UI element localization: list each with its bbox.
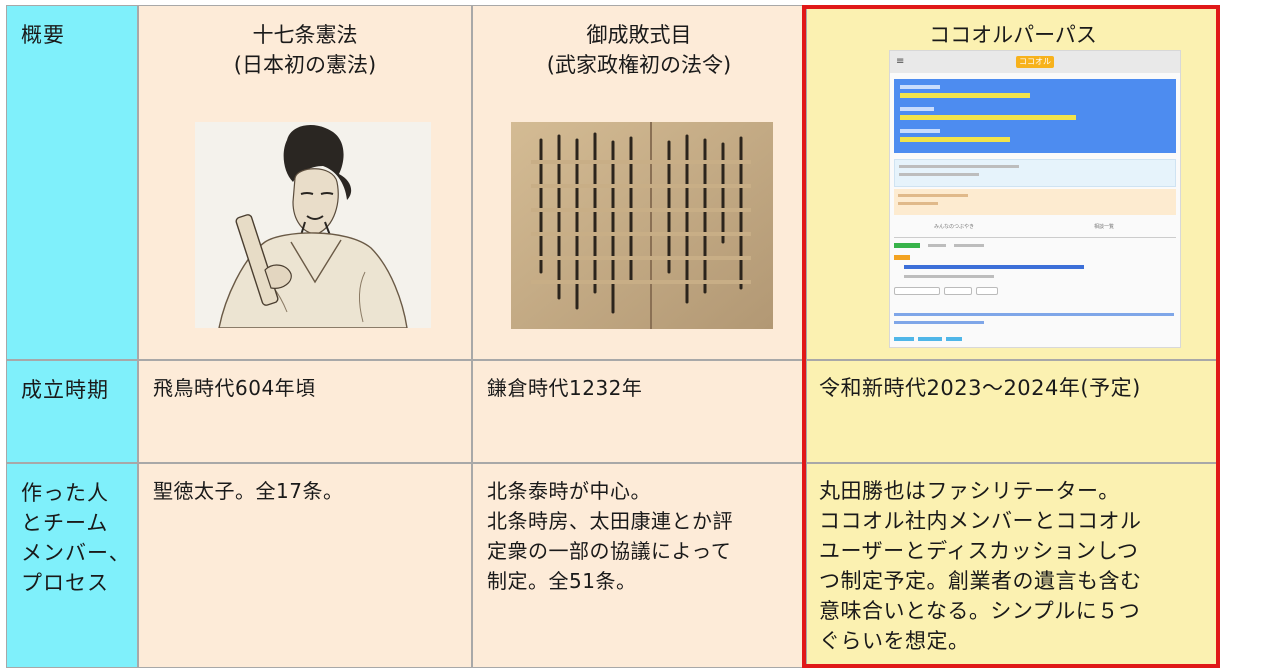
people-text: 北条泰時が中心。 北条時房、太田康連とか評 定衆の一部の協議によって 制定。全5… — [487, 479, 733, 593]
site-header: ≡ ココオル — [890, 51, 1180, 73]
people-label: 作った人 とチーム メンバー、 プロセス — [21, 481, 131, 595]
date-text: 飛鳥時代604年頃 — [153, 376, 316, 400]
overview-label: 概要 — [21, 23, 65, 47]
site-tabs: みんなのつぶやき 相談一覧 — [894, 221, 1176, 238]
site-logo: ココオル — [1016, 56, 1054, 68]
people-cell: 聖徳太子。全17条。 — [138, 463, 472, 668]
column-cocoor-purpose: ココオルパーパス ≡ ココオル みんなのつぶやき 相談一覧 — [806, 5, 1220, 360]
column-title-line: ココオルパーパス — [929, 23, 1097, 47]
cocoor-site-screenshot: ≡ ココオル みんなのつぶやき 相談一覧 — [889, 50, 1181, 348]
column-goseibai-shikimoku: 御成敗式目 (武家政権初の法令) — [472, 5, 806, 360]
site-tab-tweets: みんなのつぶやき — [934, 224, 975, 230]
people-text: 丸田勝也はファシリテーター。 ココオル社内メンバーとココオル ユーザーとディスカ… — [819, 479, 1142, 653]
date-cell: 令和新時代2023～2024年(予定) — [806, 360, 1220, 463]
people-text: 聖徳太子。全17条。 — [153, 479, 344, 503]
date-label: 成立時期 — [21, 378, 109, 402]
menu-icon: ≡ — [896, 56, 905, 67]
row-label-people: 作った人 とチーム メンバー、 プロセス — [6, 463, 138, 668]
column-title-line: 十七条憲法 — [252, 23, 358, 47]
people-cell: 北条泰時が中心。 北条時房、太田康連とか評 定衆の一部の協議によって 制定。全5… — [472, 463, 806, 668]
row-label-overview: 概要 — [6, 5, 138, 360]
column-jushichijo-kenpo: 十七条憲法 (日本初の憲法) — [138, 5, 472, 360]
column-subtitle-line: (日本初の憲法) — [233, 53, 377, 77]
column-title: 十七条憲法 (日本初の憲法) — [139, 20, 471, 80]
notice-box — [894, 189, 1176, 215]
row-label-date: 成立時期 — [6, 360, 138, 463]
column-subtitle-line: (武家政権初の法令) — [546, 53, 732, 77]
site-tab-consult: 相談一覧 — [1094, 224, 1115, 230]
people-cell: 丸田勝也はファシリテーター。 ココオル社内メンバーとココオル ユーザーとディスカ… — [806, 463, 1220, 668]
date-text: 令和新時代2023～2024年(予定) — [819, 376, 1141, 400]
date-cell: 飛鳥時代604年頃 — [138, 360, 472, 463]
date-cell: 鎌倉時代1232年 — [472, 360, 806, 463]
comparison-table: 概要 十七条憲法 (日本初の憲法) 御成敗式目 (武家政権初の法令) ココオルパ… — [6, 5, 1220, 668]
announcement-box — [894, 79, 1176, 153]
date-text: 鎌倉時代1232年 — [487, 376, 643, 400]
column-title-line: 御成敗式目 — [586, 23, 692, 47]
manuscript-image — [511, 122, 773, 329]
column-title: ココオルパーパス — [807, 20, 1219, 50]
info-box — [894, 159, 1176, 187]
column-title: 御成敗式目 (武家政権初の法令) — [473, 20, 805, 80]
shotoku-portrait-image — [195, 122, 431, 328]
